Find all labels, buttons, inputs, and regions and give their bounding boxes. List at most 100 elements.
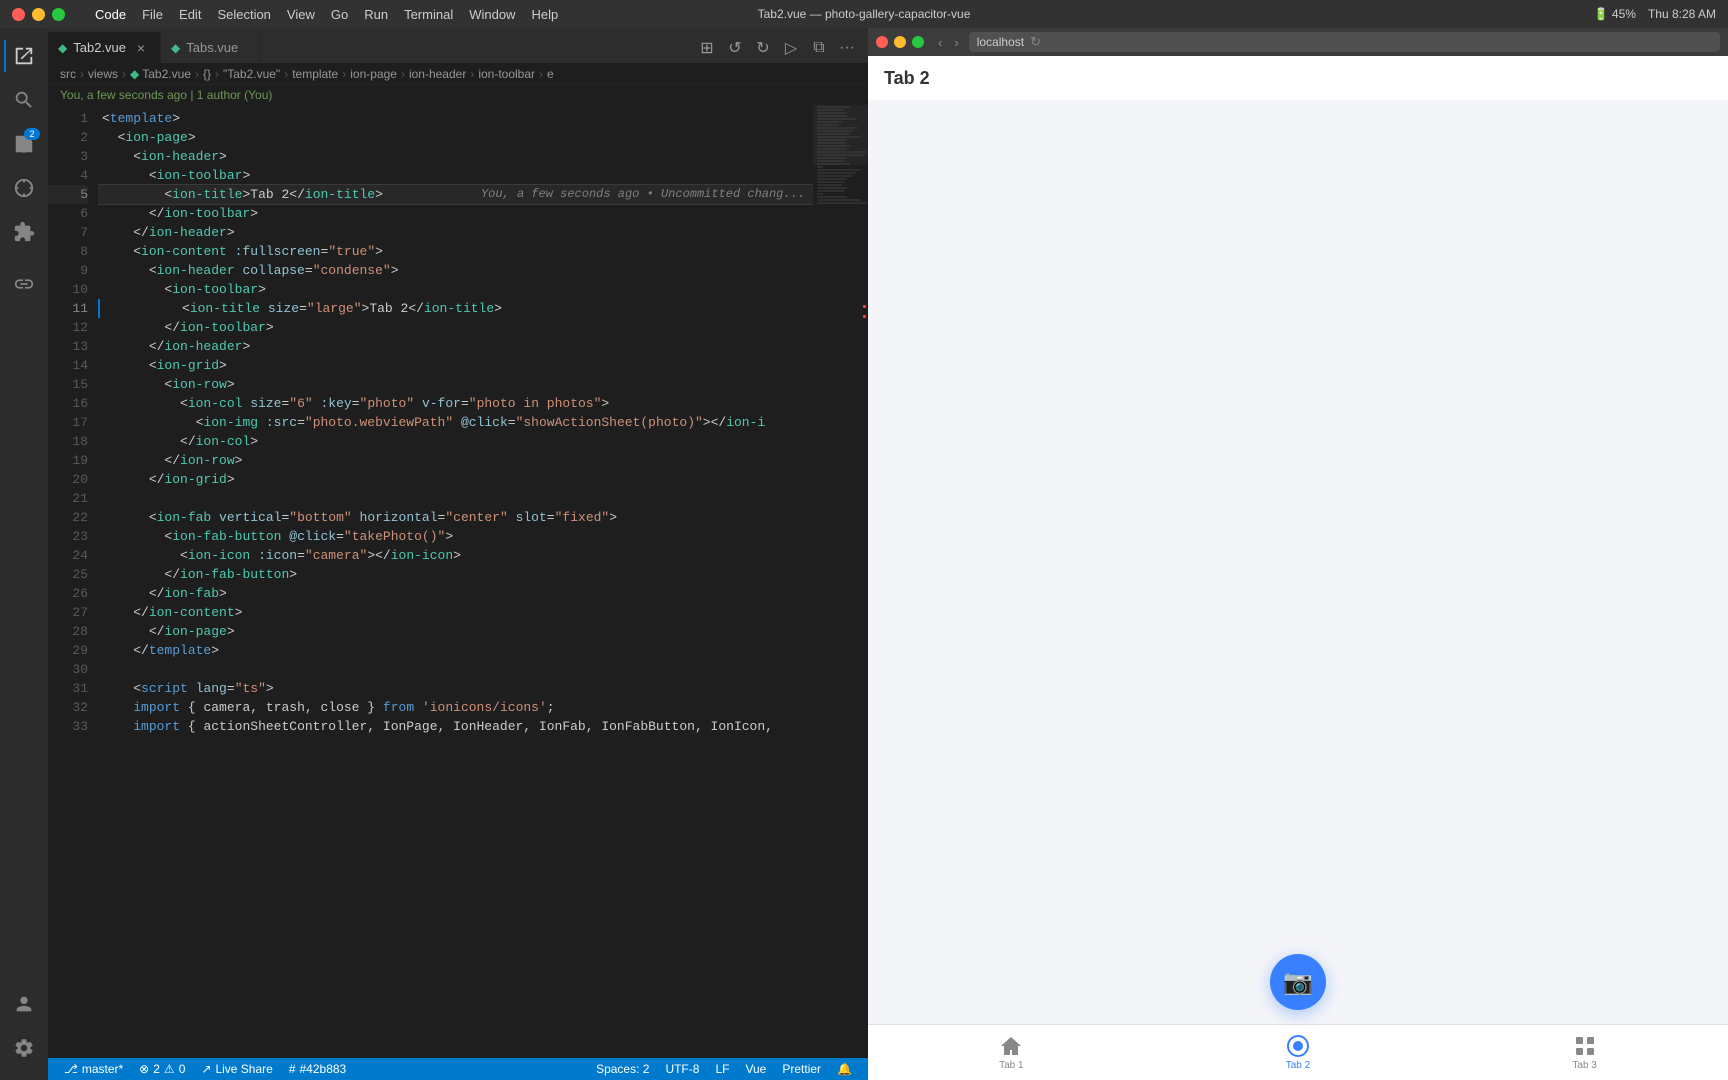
sidebar-item-search[interactable] xyxy=(4,80,44,120)
nav-tab-3[interactable]: Tab 3 xyxy=(1548,1030,1620,1075)
breadcrumb-ion-page-label: ion-page xyxy=(350,67,397,81)
code-content[interactable]: <template> <ion-page> <ion-header> <ion-… xyxy=(98,105,813,1058)
notifications-status[interactable]: 🔔 xyxy=(829,1058,860,1080)
line-ending-status[interactable]: LF xyxy=(707,1058,737,1080)
split-pane-button[interactable]: ⧉ xyxy=(806,35,832,61)
git-branch-status[interactable]: ⎇ master* xyxy=(56,1058,131,1080)
code-line-19: </ion-row> xyxy=(98,451,813,470)
browser-forward-button[interactable]: › xyxy=(950,35,962,50)
breadcrumb-template-label: template xyxy=(292,67,338,81)
code-line-5: <ion-title>Tab 2</ion-title> You, a few … xyxy=(98,185,813,204)
app-title-bar: Tab 2 xyxy=(868,56,1728,100)
run-button[interactable]: ▷ xyxy=(778,35,804,61)
sidebar-item-settings[interactable] xyxy=(4,1028,44,1068)
browser-minimize-btn[interactable] xyxy=(894,36,906,48)
code-line-26: </ion-fab> xyxy=(98,584,813,603)
language-status[interactable]: Vue xyxy=(737,1058,774,1080)
spaces-status[interactable]: Spaces: 2 xyxy=(588,1058,657,1080)
browser-back-button[interactable]: ‹ xyxy=(934,35,946,50)
code-line-10: <ion-toolbar> xyxy=(98,280,813,299)
go-forward-button[interactable]: ↻ xyxy=(750,35,776,61)
browser-refresh-button[interactable]: ↻ xyxy=(1030,34,1041,50)
live-share-icon: ↗ xyxy=(201,1062,211,1076)
nav-tab-2[interactable]: Tab 2 xyxy=(1262,1030,1334,1075)
encoding-status[interactable]: UTF-8 xyxy=(657,1058,707,1080)
go-back-button[interactable]: ↺ xyxy=(722,35,748,61)
git-hash-status[interactable]: # #42b883 xyxy=(281,1058,354,1080)
browser-addressbar[interactable]: localhost ↻ xyxy=(969,32,1720,52)
sidebar-item-remote[interactable] xyxy=(4,264,44,304)
menu-window[interactable]: Window xyxy=(469,7,515,22)
breadcrumb-ion-toolbar[interactable]: ion-toolbar xyxy=(478,67,535,81)
tab-close-button[interactable]: × xyxy=(132,39,150,57)
code-line-28: </ion-page> xyxy=(98,622,813,641)
tab2-icon xyxy=(1286,1034,1310,1058)
spaces-label: Spaces: 2 xyxy=(596,1062,649,1076)
sidebar-item-extensions[interactable] xyxy=(4,212,44,252)
breadcrumb-ion-page[interactable]: ion-page xyxy=(350,67,397,81)
code-line-2: <ion-page> xyxy=(98,128,813,147)
code-editor[interactable]: 1234 5 678910 11 121314151617181920 2122… xyxy=(48,105,868,1058)
menu-selection[interactable]: Selection xyxy=(217,7,270,22)
git-branch-icon: ⎇ xyxy=(64,1062,78,1076)
browser-maximize-btn[interactable] xyxy=(912,36,924,48)
ionic-preview xyxy=(868,100,1728,1024)
sidebar-item-scm[interactable]: 2 xyxy=(4,124,44,164)
tab-tab2-vue[interactable]: ◆ Tab2.vue × xyxy=(48,32,161,63)
breadcrumb-name[interactable]: "Tab2.vue" xyxy=(223,67,280,81)
code-line-27: </ion-content> xyxy=(98,603,813,622)
menu-file[interactable]: File xyxy=(142,7,163,22)
nav-tab-1[interactable]: Tab 1 xyxy=(975,1030,1047,1075)
breadcrumb-ion-header[interactable]: ion-header xyxy=(409,67,466,81)
browser-traffic-lights[interactable] xyxy=(876,36,924,48)
mac-traffic-lights[interactable] xyxy=(12,8,65,21)
formatter-status[interactable]: Prettier xyxy=(774,1058,829,1080)
breadcrumb-views[interactable]: views xyxy=(88,67,118,81)
menu-view[interactable]: View xyxy=(287,7,315,22)
code-line-11: <ion-title size="large">Tab 2</ion-title… xyxy=(98,299,813,318)
menu-run[interactable]: Run xyxy=(364,7,388,22)
breadcrumb-src[interactable]: src xyxy=(60,67,76,81)
git-hash-icon: # xyxy=(289,1062,296,1076)
close-button[interactable] xyxy=(12,8,25,21)
titlebar-right: 🔋 45% Thu 8:28 AM xyxy=(1594,7,1716,21)
time-display: Thu 8:28 AM xyxy=(1648,7,1716,21)
browser-close-btn[interactable] xyxy=(876,36,888,48)
maximize-button[interactable] xyxy=(52,8,65,21)
app-title: Tab 2 xyxy=(884,68,930,89)
minimap-content xyxy=(813,105,868,1058)
vue-icon: ◆ xyxy=(58,41,67,55)
tab1-icon xyxy=(999,1034,1023,1058)
breadcrumb-file[interactable]: ◆ Tab2.vue xyxy=(130,67,191,81)
breadcrumb: src › views › ◆ Tab2.vue › {} › "Tab2.vu… xyxy=(48,63,868,85)
menu-terminal[interactable]: Terminal xyxy=(404,7,453,22)
mac-titlebar: Code File Edit Selection View Go Run Ter… xyxy=(0,0,1728,28)
line-ending-label: LF xyxy=(715,1062,729,1076)
split-editor-button[interactable]: ⊞ xyxy=(694,35,720,61)
code-line-22: <ion-fab vertical="bottom" horizontal="c… xyxy=(98,508,813,527)
sidebar-item-debug[interactable] xyxy=(4,168,44,208)
vue-icon-2: ◆ xyxy=(171,41,180,55)
menu-go[interactable]: Go xyxy=(331,7,348,22)
code-line-33: import { actionSheetController, IonPage,… xyxy=(98,717,813,736)
error-count: 2 xyxy=(153,1062,160,1076)
window-title: Tab2.vue — photo-gallery-capacitor-vue xyxy=(758,7,971,21)
menu-help[interactable]: Help xyxy=(531,7,558,22)
tab-tabs-vue[interactable]: ◆ Tabs.vue xyxy=(161,32,261,63)
more-actions-button[interactable]: ··· xyxy=(834,35,860,61)
minimize-button[interactable] xyxy=(32,8,45,21)
live-share-status[interactable]: ↗ Live Share xyxy=(193,1058,280,1080)
sidebar-item-account[interactable] xyxy=(4,984,44,1024)
menu-edit[interactable]: Edit xyxy=(179,7,201,22)
errors-status[interactable]: ⊗ 2 ⚠ 0 xyxy=(131,1058,193,1080)
fab-button[interactable]: 📷 xyxy=(1270,954,1326,1010)
tab-label: Tab2.vue xyxy=(73,40,126,55)
breadcrumb-e[interactable]: e xyxy=(547,67,554,81)
breadcrumb-template[interactable]: template xyxy=(292,67,338,81)
breadcrumb-scope[interactable]: {} xyxy=(203,67,211,81)
menu-code[interactable]: Code xyxy=(95,7,126,22)
code-line-15: <ion-row> xyxy=(98,375,813,394)
sidebar-item-explorer[interactable] xyxy=(4,36,44,76)
minimap-error-1 xyxy=(863,305,866,308)
activity-bottom xyxy=(4,984,44,1072)
